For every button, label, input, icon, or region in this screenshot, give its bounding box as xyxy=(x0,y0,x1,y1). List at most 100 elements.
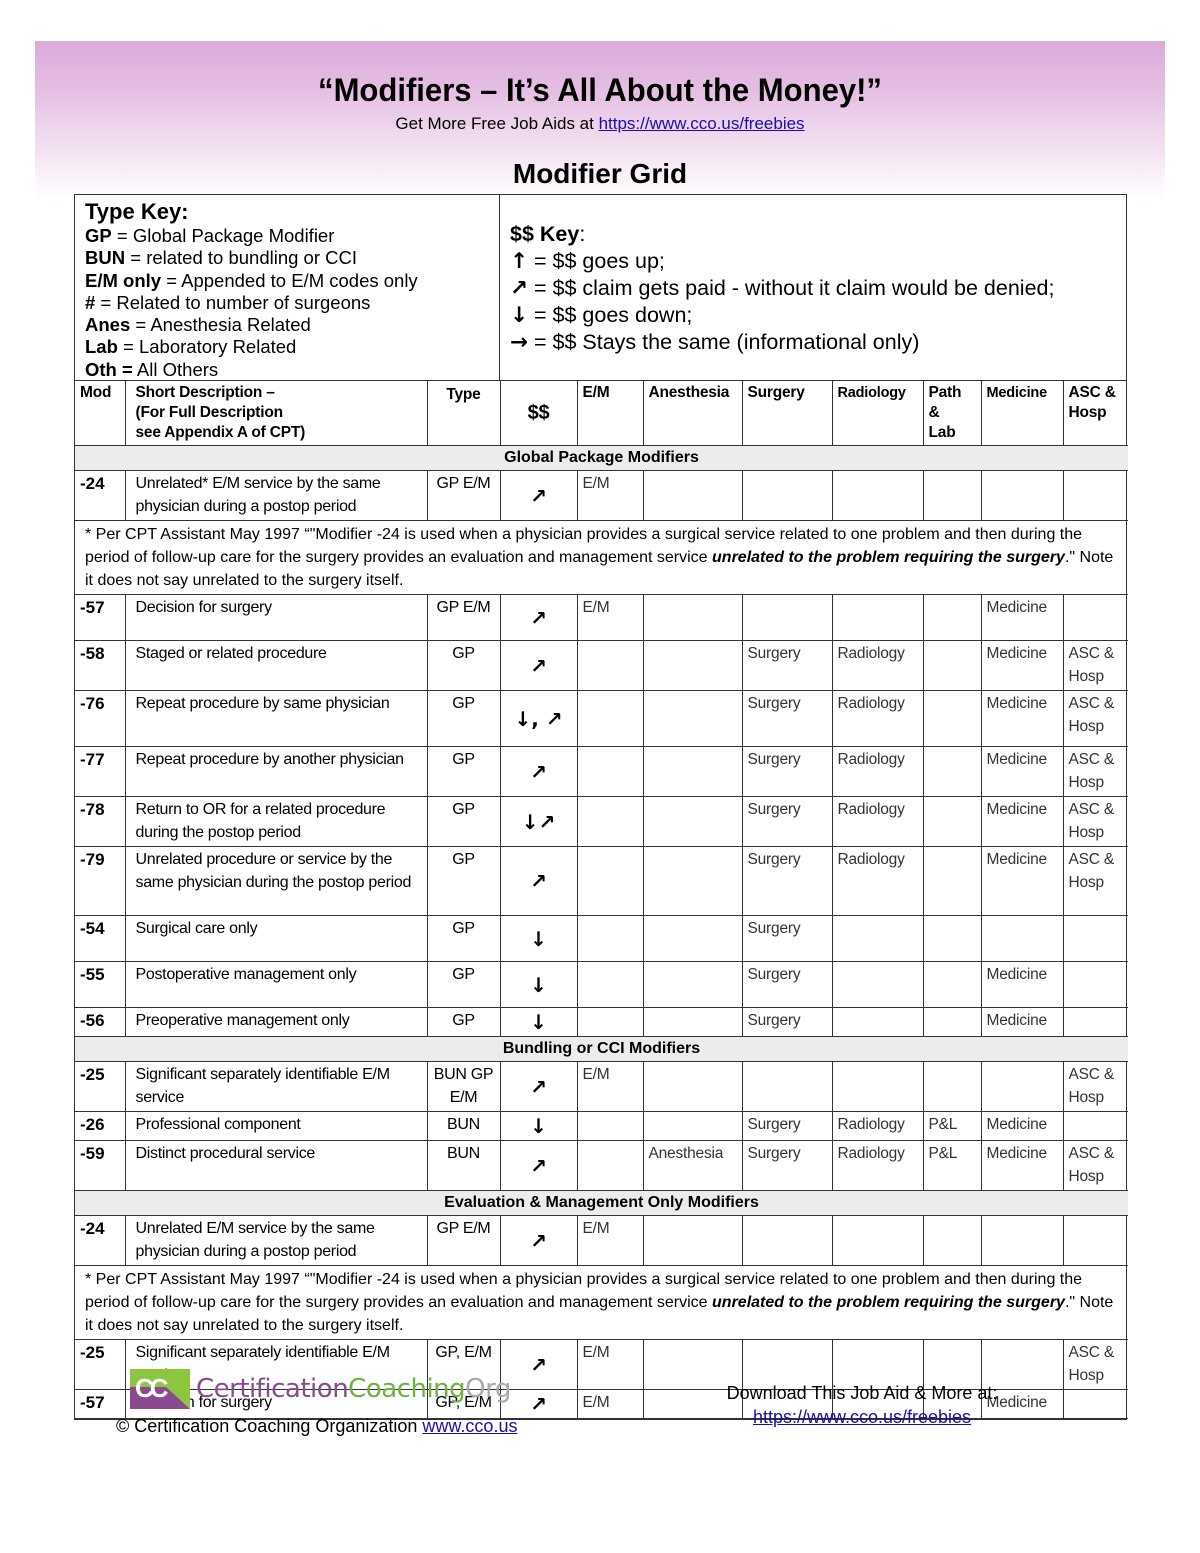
category-em xyxy=(576,961,644,1008)
category-anesthesia xyxy=(642,846,743,916)
table-row: -78 Return to OR for a related procedure … xyxy=(75,796,1128,847)
arrow-up-right-icon: ↗ xyxy=(499,846,578,916)
category-path xyxy=(922,746,982,797)
modifier-type: GP E/M xyxy=(426,1215,501,1266)
arrow-down-icon: ↓ xyxy=(499,1007,578,1037)
modifier-code: -26 xyxy=(75,1111,126,1141)
arrow-down-icon: ↓ xyxy=(499,961,578,1008)
type-key-description: Anesthesia Related xyxy=(150,314,311,336)
category-asc: ASC & Hosp xyxy=(1062,640,1128,691)
category-anesthesia xyxy=(642,1007,743,1037)
type-key-code: Anes xyxy=(85,314,131,336)
col-em: E/M xyxy=(576,381,644,446)
table-row: -25 Significant separately identifiable E… xyxy=(75,1061,1128,1112)
modifier-code: -25 xyxy=(75,1339,126,1390)
arrow-down-and-up-right-icon: ↓, ↗ xyxy=(499,690,578,747)
modifier-description: Preoperative management only xyxy=(124,1007,428,1037)
table-row: -24 Unrelated* E/M service by the same ph… xyxy=(75,470,1128,521)
section-title: Evaluation & Management Only Modifiers xyxy=(75,1190,1128,1216)
cco-website-link[interactable]: www.cco.us xyxy=(422,1416,517,1436)
category-medicine: Medicine xyxy=(980,796,1064,847)
category-asc: ASC & Hosp xyxy=(1062,846,1128,916)
download-notice: Download This Job Aid & More at: https:/… xyxy=(712,1381,1012,1429)
category-em xyxy=(576,796,644,847)
category-asc xyxy=(1062,594,1128,641)
type-key-item: GP = Global Package Modifier xyxy=(85,225,489,247)
category-em xyxy=(576,846,644,916)
category-surgery: Surgery xyxy=(741,640,833,691)
download-text: Download This Job Aid & More at: xyxy=(726,1383,998,1403)
type-key-separator: = xyxy=(125,247,147,269)
category-medicine: Medicine xyxy=(980,1140,1064,1191)
col-path-lab: Path & Lab xyxy=(922,381,982,446)
type-key-list: GP = Global Package Modifier BUN = relate… xyxy=(85,225,489,381)
category-radiology: Radiology xyxy=(831,690,924,747)
category-asc: ASC & Hosp xyxy=(1062,1339,1128,1390)
category-anesthesia xyxy=(642,1111,743,1141)
category-em xyxy=(576,915,644,962)
arrow-down-icon: ↓ xyxy=(499,915,578,962)
arrow-up-right-icon: ↗ xyxy=(499,594,578,641)
modifier-description: Unrelated procedure or service by the sa… xyxy=(124,846,428,916)
modifier-code: -59 xyxy=(75,1140,126,1191)
modifier-description: Return to OR for a related procedure dur… xyxy=(124,796,428,847)
logo-mark-icon: CC xyxy=(130,1369,190,1409)
money-key-text: = $$ goes down; xyxy=(528,303,693,327)
footnote-emphasis: unrelated to the problem requiring the s… xyxy=(712,1294,1065,1311)
category-em xyxy=(576,746,644,797)
table-row: -24 Unrelated E/M service by the same phy… xyxy=(75,1215,1128,1266)
category-radiology: Radiology xyxy=(831,846,924,916)
col-surgery: Surgery xyxy=(741,381,833,446)
modifier-description: Professional component xyxy=(124,1111,428,1141)
modifier-type: GP xyxy=(426,846,501,916)
category-surgery: Surgery xyxy=(741,796,833,847)
category-medicine: Medicine xyxy=(980,1111,1064,1141)
freebies-link[interactable]: https://www.cco.us/freebies xyxy=(599,114,805,133)
type-key-code: Oth = xyxy=(85,358,133,380)
modifier-code: -25 xyxy=(75,1061,126,1112)
modifier-table: Mod Short Description – (For Full Descri… xyxy=(75,381,1128,1419)
section-title: Bundling or CCI Modifiers xyxy=(75,1036,1128,1062)
category-asc: ASC & Hosp xyxy=(1062,1061,1128,1112)
table-row: -77 Repeat procedure by another physician… xyxy=(75,746,1128,797)
modifier-code: -57 xyxy=(75,594,126,641)
category-anesthesia xyxy=(642,640,743,691)
category-path xyxy=(922,796,982,847)
category-asc xyxy=(1062,915,1128,962)
download-link[interactable]: https://www.cco.us/freebies xyxy=(753,1407,971,1427)
modifier-description: Staged or related procedure xyxy=(124,640,428,691)
category-em xyxy=(576,640,644,691)
arrow-up-right-icon: ↗ xyxy=(499,1215,578,1266)
category-em: E/M xyxy=(576,1339,644,1390)
table-row: -54 Surgical care only GP ↓ Surgery xyxy=(75,915,1128,962)
modifier-description: Unrelated* E/M service by the same physi… xyxy=(124,470,428,521)
modifier-code: -24 xyxy=(75,470,126,521)
category-anesthesia xyxy=(642,746,743,797)
category-medicine xyxy=(980,1061,1064,1112)
category-path xyxy=(922,1061,982,1112)
category-path xyxy=(922,640,982,691)
footnote: * Per CPT Assistant May 1997 “"Modifier … xyxy=(75,1265,1128,1340)
type-key-item: BUN = related to bundling or CCI xyxy=(85,247,489,269)
col-description-line2: (For Full Description xyxy=(135,404,284,421)
category-radiology: Radiology xyxy=(831,1140,924,1191)
arrow-up-right-icon: ↗ xyxy=(499,640,578,691)
category-em: E/M xyxy=(576,1061,644,1112)
category-medicine: Medicine xyxy=(980,690,1064,747)
category-surgery: Surgery xyxy=(741,1111,833,1141)
modifier-code: -54 xyxy=(75,915,126,962)
money-key-list: ↑ = $$ goes up; ↗ = $$ claim gets paid - … xyxy=(510,248,1116,356)
section-title: Global Package Modifiers xyxy=(75,445,1128,471)
category-radiology: Radiology xyxy=(831,746,924,797)
modifier-type: GP xyxy=(426,796,501,847)
modifier-description: Significant separately identifiable E/M … xyxy=(124,1061,428,1112)
modifier-code: -76 xyxy=(75,690,126,747)
category-anesthesia xyxy=(642,1061,743,1112)
category-radiology xyxy=(831,1061,924,1112)
type-key-description: Laboratory Related xyxy=(138,336,297,358)
col-mod: Mod xyxy=(75,381,126,446)
category-medicine: Medicine xyxy=(980,1007,1064,1037)
category-surgery xyxy=(741,1215,833,1266)
category-surgery: Surgery xyxy=(741,746,833,797)
category-medicine: Medicine xyxy=(980,640,1064,691)
